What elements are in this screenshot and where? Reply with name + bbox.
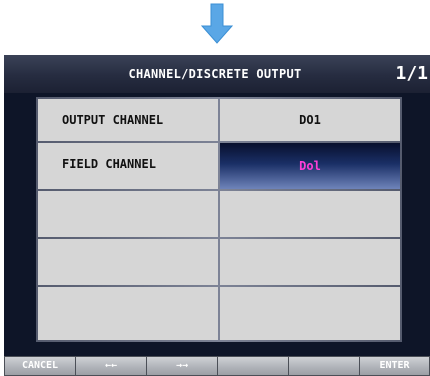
table-row-value[interactable] xyxy=(220,287,400,340)
enter-button[interactable]: ENTER xyxy=(360,357,429,375)
table-row-label xyxy=(38,239,218,285)
down-arrow-icon xyxy=(200,3,234,44)
table-row-label: OUTPUT CHANNEL xyxy=(38,99,218,141)
table-row-label: FIELD CHANNEL xyxy=(38,143,218,189)
table-row-value[interactable] xyxy=(220,239,400,285)
screen-title: CHANNEL/DISCRETE OUTPUT xyxy=(128,67,302,81)
settings-table: OUTPUT CHANNEL DO1 FIELD CHANNEL Dol xyxy=(36,97,402,342)
next-button[interactable]: →→ xyxy=(147,357,217,375)
table-row-label xyxy=(38,191,218,237)
softkey-blank-5[interactable] xyxy=(289,357,359,375)
table-row-label xyxy=(38,287,218,340)
softkey-bar: CANCEL ←← →→ ENTER xyxy=(4,356,430,376)
page-indicator: 1/1 xyxy=(395,63,428,84)
prev-button[interactable]: ←← xyxy=(76,357,146,375)
title-bar: CHANNEL/DISCRETE OUTPUT 1/1 xyxy=(4,55,430,93)
hmi-screen: CHANNEL/DISCRETE OUTPUT 1/1 OUTPUT CHANN… xyxy=(4,55,430,376)
cancel-button[interactable]: CANCEL xyxy=(5,357,75,375)
softkey-blank-4[interactable] xyxy=(218,357,288,375)
table-row-value[interactable] xyxy=(220,191,400,237)
output-channel-value[interactable]: DO1 xyxy=(220,99,400,141)
field-channel-value[interactable]: Dol xyxy=(220,143,400,189)
